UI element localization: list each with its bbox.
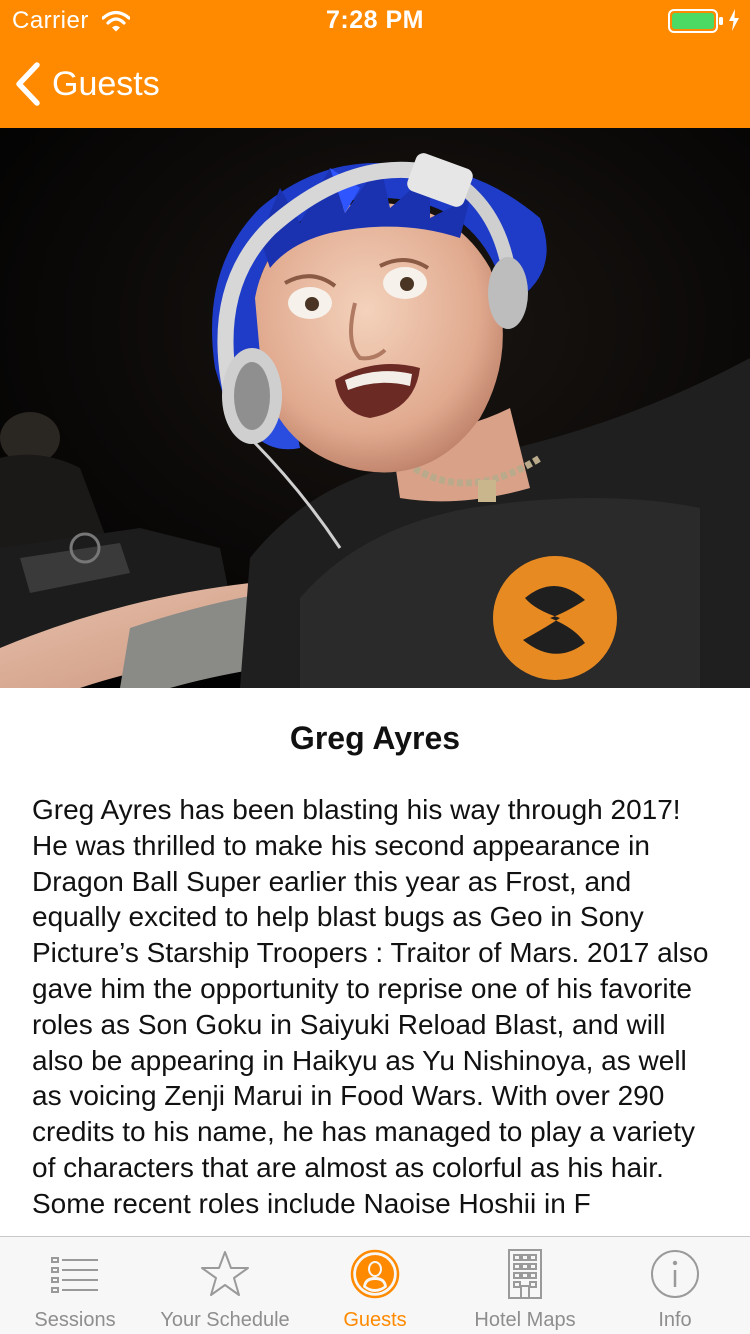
person-icon <box>350 1249 400 1299</box>
guest-name: Greg Ayres <box>289 720 461 756</box>
navigation-bar: Guests <box>0 40 750 128</box>
tab-bar: Sessions Your Schedule Guests Hotel Maps… <box>0 1236 750 1334</box>
tab-label: Sessions <box>34 1309 116 1331</box>
back-button[interactable]: Guests <box>14 60 160 108</box>
tab-guests[interactable]: Guests <box>300 1237 450 1334</box>
star-icon <box>201 1251 249 1296</box>
tab-info[interactable]: Info <box>600 1237 750 1334</box>
battery-icon <box>668 9 723 33</box>
tab-label: Your Schedule <box>160 1309 290 1331</box>
charging-bolt-icon <box>729 9 739 31</box>
status-time: 7:28 PM <box>326 6 424 34</box>
tab-label: Hotel Maps <box>474 1309 576 1331</box>
status-bar: Carrier 7:28 PM <box>0 0 750 40</box>
info-icon <box>651 1250 699 1298</box>
guest-photo <box>0 128 750 688</box>
tab-sessions[interactable]: Sessions <box>0 1237 150 1334</box>
header: Carrier 7:28 PM Guests <box>0 0 750 128</box>
back-label: Guests <box>52 64 160 103</box>
list-icon <box>51 1257 98 1293</box>
guest-photo-image <box>0 128 750 688</box>
tab-hotel-maps[interactable]: Hotel Maps <box>450 1237 600 1334</box>
tab-your-schedule[interactable]: Your Schedule <box>150 1237 300 1334</box>
chevron-left-icon <box>16 62 40 106</box>
tab-label: Info <box>658 1309 692 1331</box>
guest-detail-screen: Carrier 7:28 PM Guests Greg Ayres Greg A… <box>0 0 750 1334</box>
tab-label: Guests <box>343 1309 407 1331</box>
guest-bio: Greg Ayres has been blasting his way thr… <box>32 794 717 1219</box>
building-icon <box>508 1249 542 1299</box>
